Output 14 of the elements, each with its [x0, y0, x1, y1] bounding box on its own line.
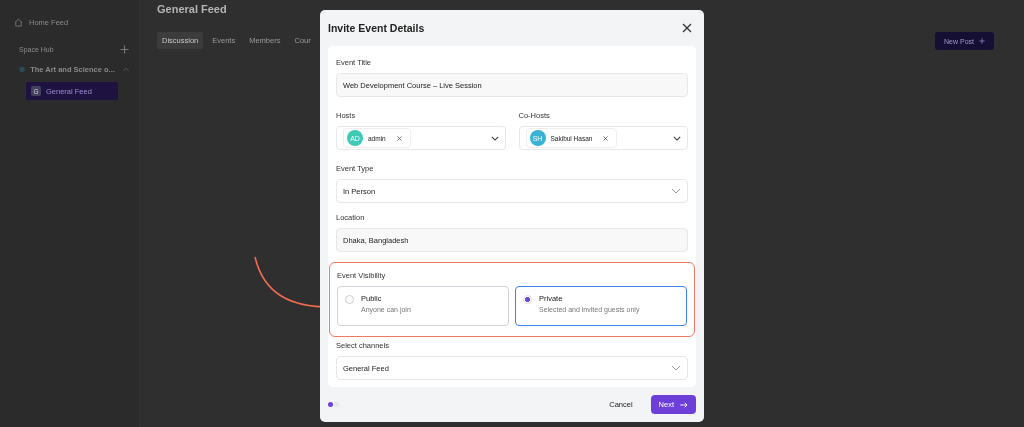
chevron-icon — [673, 135, 681, 141]
chevron-icon — [490, 135, 499, 141]
dialog-title: Invite Event Details — [328, 22, 425, 34]
page-title: General Feed — [157, 3, 228, 15]
home-icon — [14, 18, 23, 27]
close-icon[interactable] — [682, 23, 692, 33]
arrow-right-icon — [680, 401, 688, 408]
radio-button[interactable] — [523, 295, 532, 304]
chevron-icon — [671, 188, 681, 194]
add-icon[interactable] — [120, 45, 129, 54]
remove-icon[interactable] — [603, 135, 609, 141]
remove-icon[interactable] — [396, 135, 402, 141]
chevron-icon — [671, 365, 681, 371]
plus-icon — [979, 38, 985, 44]
